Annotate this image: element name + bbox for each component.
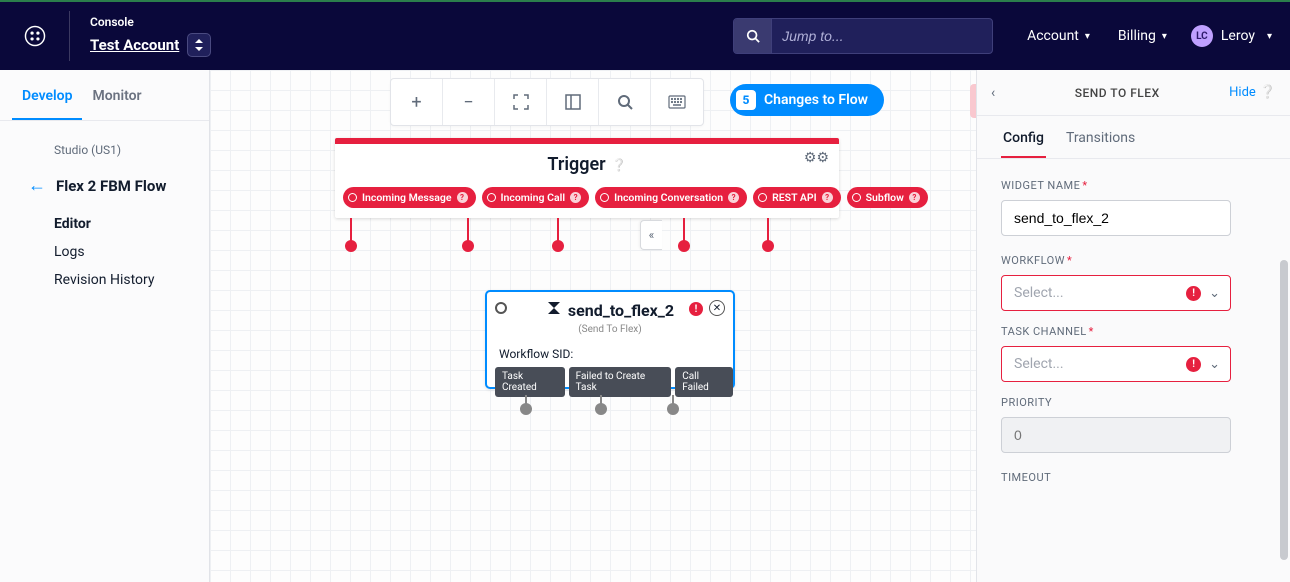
task-channel-select[interactable]: Select... ! ⌄ xyxy=(1001,346,1231,382)
help-icon[interactable]: ❔ xyxy=(612,158,627,172)
account-name[interactable]: Test Account xyxy=(90,36,179,54)
panel-icon xyxy=(565,94,581,110)
topbar: Console Test Account Account ▾ Billing ▾… xyxy=(0,0,1290,70)
config-panel: ‹ SEND TO FLEX Hide ❔ Config Transitions… xyxy=(976,70,1290,582)
subnav-logs[interactable]: Logs xyxy=(54,238,209,266)
account-switcher-button[interactable] xyxy=(187,33,211,57)
twilio-logo-icon xyxy=(24,25,46,47)
port-icon xyxy=(487,193,496,202)
tab-monitor[interactable]: Monitor xyxy=(82,70,151,120)
sidebar-toggle-button[interactable] xyxy=(547,79,599,125)
user-avatar: LC xyxy=(1191,25,1213,47)
help-icon: ? xyxy=(728,192,739,203)
panel-tabs: Config Transitions xyxy=(977,116,1290,159)
tab-transitions[interactable]: Transitions xyxy=(1064,126,1137,158)
tab-develop[interactable]: Develop xyxy=(12,70,82,120)
chevron-down-icon: ▾ xyxy=(1085,31,1090,42)
workflow-select[interactable]: Select... ! ⌄ xyxy=(1001,275,1231,311)
subnav-editor[interactable]: Editor xyxy=(54,210,209,238)
user-name: Leroy xyxy=(1221,28,1255,44)
widget-type-label: (Send To Flex) xyxy=(487,322,733,343)
trigger-rest-api[interactable]: REST API? xyxy=(753,187,841,208)
user-menu[interactable]: LC Leroy ▾ xyxy=(1181,25,1290,47)
brand-logo[interactable] xyxy=(0,11,70,61)
error-icon: ! xyxy=(1186,286,1201,301)
flow-subnav: Editor Logs Revision History xyxy=(0,206,209,294)
input-port-icon[interactable] xyxy=(495,302,507,314)
trigger-outputs xyxy=(335,218,839,258)
sidebar-tabs: Develop Monitor xyxy=(0,70,209,121)
config-form: WIDGET NAME* WORKFLOW* Select... ! ⌄ TAS… xyxy=(977,159,1290,582)
help-icon: ? xyxy=(570,192,581,203)
studio-region-label: Studio (US1) xyxy=(0,121,209,171)
hide-link[interactable]: Hide xyxy=(1229,85,1256,100)
widget-name-input[interactable] xyxy=(1001,200,1231,236)
fit-screen-button[interactable] xyxy=(495,79,547,125)
help-icon: ? xyxy=(457,192,468,203)
keyboard-button[interactable] xyxy=(651,79,703,125)
search-canvas-button[interactable] xyxy=(599,79,651,125)
tab-config[interactable]: Config xyxy=(1001,126,1046,158)
chevron-down-icon: ▾ xyxy=(1267,31,1272,42)
sf-outputs xyxy=(487,387,733,417)
workflow-label: WORKFLOW* xyxy=(1001,254,1266,267)
port-icon xyxy=(348,193,357,202)
keyboard-icon xyxy=(668,95,686,109)
widget-name: send_to_flex_2 xyxy=(568,301,674,320)
task-channel-label: TASK CHANNEL* xyxy=(1001,325,1266,338)
subnav-revision-history[interactable]: Revision History xyxy=(54,266,209,294)
trigger-incoming-message[interactable]: Incoming Message? xyxy=(343,187,476,208)
search-icon xyxy=(617,94,633,110)
updown-caret-icon xyxy=(194,39,204,51)
send-to-flex-widget[interactable]: send_to_flex_2 ! ✕ (Send To Flex) Workfl… xyxy=(485,290,735,389)
console-label: Console xyxy=(90,15,211,29)
search-icon xyxy=(734,19,772,53)
priority-input[interactable] xyxy=(1001,417,1231,453)
settings-icon[interactable]: ⚙⚙ xyxy=(804,150,829,166)
trigger-subflow[interactable]: Subflow? xyxy=(847,187,928,208)
widget-name-label: WIDGET NAME* xyxy=(1001,179,1266,192)
zoom-out-button[interactable]: − xyxy=(443,79,495,125)
flow-header[interactable]: ← Flex 2 FBM Flow xyxy=(0,171,209,206)
nav-account[interactable]: Account ▾ xyxy=(1013,28,1104,44)
trigger-incoming-conversation[interactable]: Incoming Conversation? xyxy=(595,187,747,208)
chevron-down-icon: ⌄ xyxy=(1209,286,1220,301)
studio-canvas[interactable]: + − xyxy=(210,70,976,582)
nav-billing[interactable]: Billing ▾ xyxy=(1104,28,1181,44)
changes-label: Changes to Flow xyxy=(764,92,868,108)
scrollbar[interactable] xyxy=(1280,260,1288,560)
changes-count: 5 xyxy=(736,90,756,110)
trigger-widget[interactable]: Trigger ❔ ⚙⚙ Incoming Message? Incoming … xyxy=(335,138,839,218)
help-icon: ? xyxy=(909,192,920,203)
left-sidebar: Develop Monitor Studio (US1) ← Flex 2 FB… xyxy=(0,70,210,582)
panel-title: SEND TO FLEX xyxy=(1005,86,1229,100)
back-icon[interactable]: ‹ xyxy=(991,85,995,101)
priority-label: PRIORITY xyxy=(1001,396,1266,409)
search-input[interactable] xyxy=(772,28,992,44)
zoom-in-button[interactable]: + xyxy=(391,79,443,125)
port-icon xyxy=(600,193,609,202)
panel-collapse-handle[interactable]: « xyxy=(640,220,662,250)
timeout-label: TIMEOUT xyxy=(1001,471,1266,484)
changes-indicator[interactable]: 5 Changes to Flow xyxy=(730,84,884,116)
global-search[interactable] xyxy=(733,18,993,54)
widget-title: Trigger xyxy=(547,154,605,175)
close-icon[interactable]: ✕ xyxy=(709,300,725,316)
back-arrow-icon[interactable]: ← xyxy=(28,175,46,196)
trigger-incoming-call[interactable]: Incoming Call? xyxy=(482,187,590,208)
help-icon[interactable]: ❔ xyxy=(1260,85,1276,100)
port-icon xyxy=(758,193,767,202)
error-icon: ! xyxy=(689,302,703,316)
chevron-down-icon: ▾ xyxy=(1162,31,1167,42)
flex-icon xyxy=(546,300,562,320)
port-icon xyxy=(852,193,861,202)
help-icon: ? xyxy=(822,192,833,203)
error-icon: ! xyxy=(1186,357,1201,372)
expand-icon xyxy=(513,94,529,110)
canvas-toolbar: + − xyxy=(390,78,704,126)
config-panel-header: ‹ SEND TO FLEX Hide ❔ xyxy=(977,70,1290,116)
flow-name: Flex 2 FBM Flow xyxy=(56,177,166,195)
console-info: Console Test Account xyxy=(70,15,231,57)
chevron-down-icon: ⌄ xyxy=(1209,357,1220,372)
